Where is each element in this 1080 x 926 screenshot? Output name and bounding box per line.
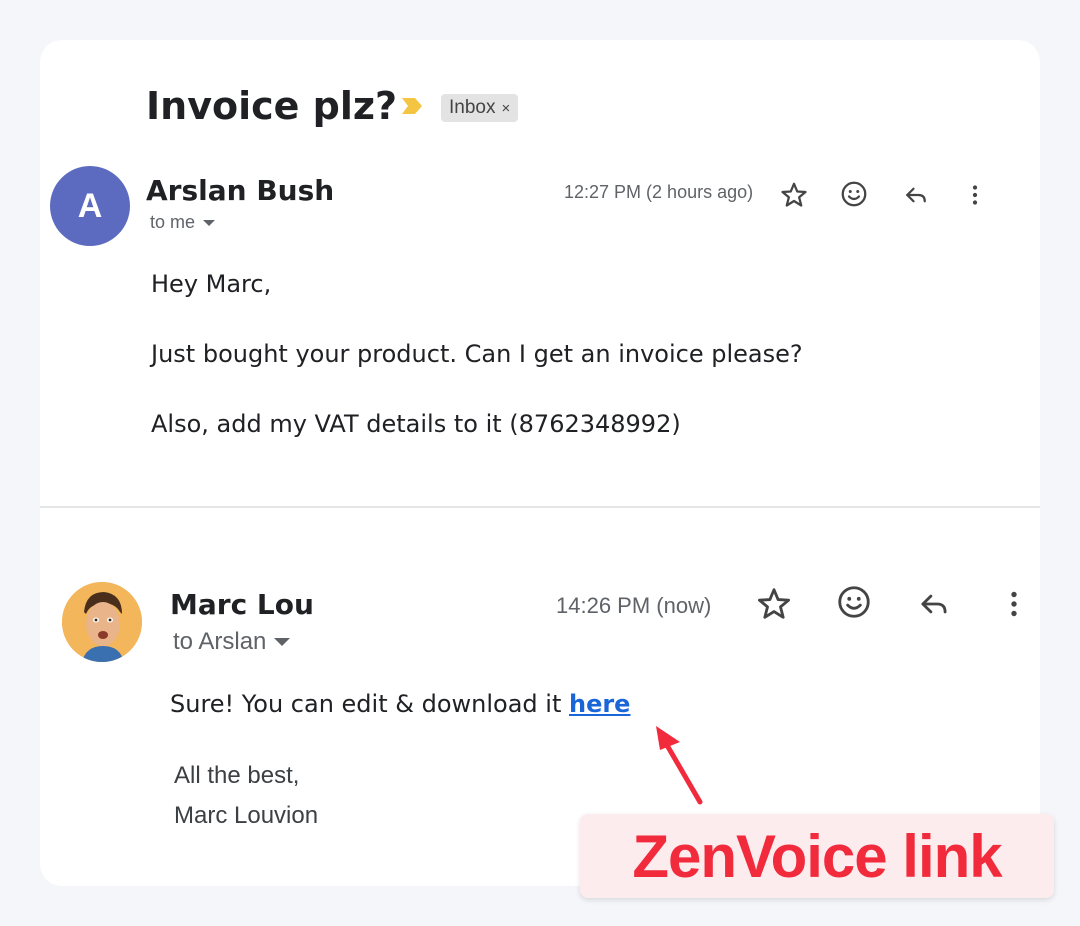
annotation-callout: ZenVoice link	[580, 814, 1054, 898]
recipient-details-toggle[interactable]: to me	[150, 212, 216, 233]
star-icon[interactable]	[755, 585, 793, 623]
invoice-link[interactable]: here	[569, 690, 630, 718]
inbox-label-chip: Inbox ×	[441, 94, 519, 122]
annotation-arrow-icon	[656, 726, 703, 805]
signature-line: All the best,	[174, 762, 300, 789]
thread-subject: Invoice plz?	[146, 84, 398, 128]
avatar: A	[50, 166, 130, 246]
more-vert-icon[interactable]	[995, 585, 1033, 623]
email-thread-card: Invoice plz? Inbox × A Arslan Bush to me…	[40, 40, 1040, 886]
sender-name: Arslan Bush	[146, 174, 335, 207]
emoji-icon[interactable]	[839, 179, 869, 209]
avatar	[62, 582, 142, 662]
emoji-icon[interactable]	[835, 583, 873, 621]
reply-icon[interactable]	[901, 180, 931, 210]
label-text: Inbox	[449, 97, 496, 118]
recipient-details-toggle[interactable]: to Arslan	[173, 628, 291, 656]
star-icon[interactable]	[779, 180, 809, 210]
body-text: Sure! You can edit & download it	[170, 690, 569, 718]
more-vert-icon[interactable]	[960, 180, 990, 210]
signature-line: Marc Louvion	[174, 802, 319, 829]
recipient-text: to Arslan	[173, 628, 267, 655]
message-body-line: Sure! You can edit & download it here	[170, 690, 630, 718]
message-timestamp: 12:27 PM (2 hours ago)	[564, 182, 754, 202]
importance-marker-icon[interactable]	[400, 96, 424, 116]
sender-name: Marc Lou	[170, 588, 314, 621]
chevron-down-icon	[203, 219, 216, 226]
message-timestamp: 14:26 PM (now)	[556, 593, 712, 618]
message-body-line: Just bought your product. Can I get an i…	[151, 340, 803, 368]
message-divider	[40, 506, 1040, 508]
recipient-text: to me	[150, 212, 196, 232]
message-body-line: Also, add my VAT details to it (87623489…	[151, 410, 681, 438]
message-body-line: Hey Marc,	[151, 270, 272, 298]
remove-label-icon[interactable]: ×	[501, 100, 510, 117]
chevron-down-icon	[274, 638, 291, 646]
reply-icon[interactable]	[915, 585, 953, 623]
